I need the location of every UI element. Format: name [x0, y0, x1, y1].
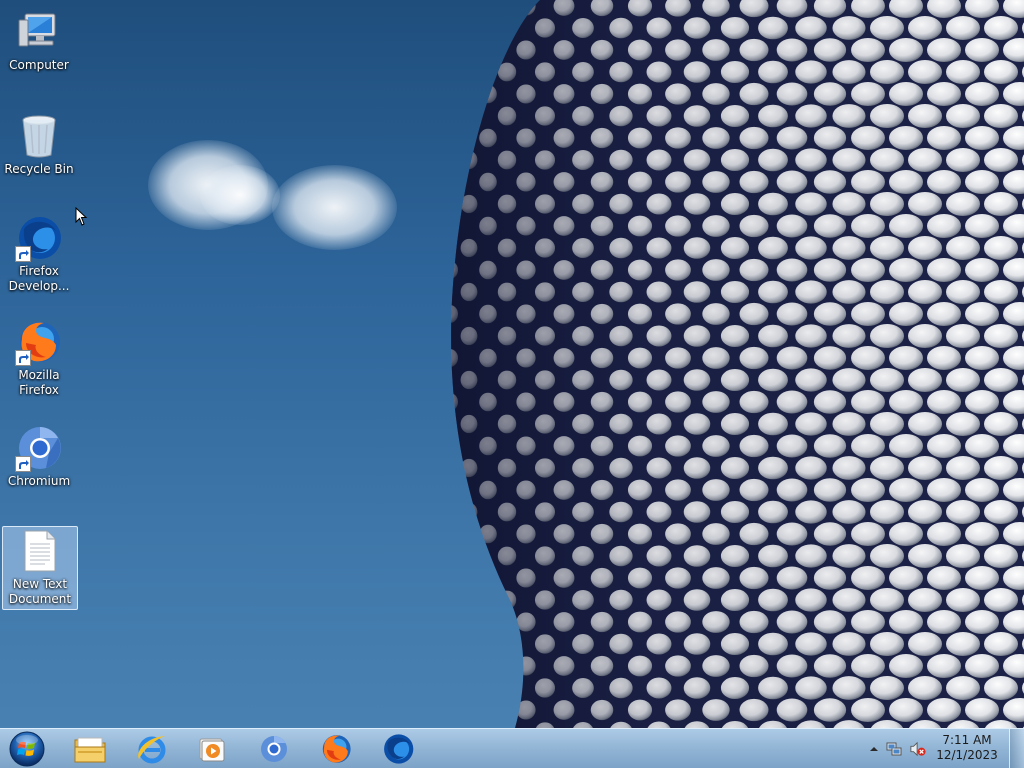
taskbar-firefox-developer-button[interactable]: [370, 729, 426, 768]
chromium-icon: [15, 424, 63, 472]
wallpaper: [451, 0, 1024, 728]
network-icon: [886, 742, 902, 756]
network-button[interactable]: [886, 741, 902, 757]
folder-icon: [74, 737, 106, 762]
shortcut-arrow-icon: [15, 456, 31, 472]
desktop-icon-label: Mozilla Firefox: [18, 368, 60, 397]
firefox-icon: [15, 318, 63, 366]
wallpaper-disc: [451, 481, 458, 499]
chromium-icon: [261, 735, 287, 762]
wallpaper-disc: [451, 85, 458, 103]
wallpaper-disc: [479, 700, 497, 720]
wallpaper-disc: [451, 437, 458, 455]
desktop-icon-label: Chromium: [7, 474, 71, 488]
wallpaper-disc: [479, 612, 497, 632]
desktop[interactable]: Computer Recycle Bin Firefox Develop...: [0, 0, 1024, 768]
wallpaper-disc: [479, 656, 497, 676]
wallpaper-disc: [451, 657, 458, 675]
desktop-icon-mozilla-firefox[interactable]: Mozilla Firefox: [2, 318, 76, 398]
firefox-developer-icon: [384, 733, 414, 764]
taskbar: 7:11 AM 12/1/2023: [0, 728, 1024, 768]
desktop-icon-label: Computer: [9, 58, 69, 72]
wallpaper-disc: [460, 546, 478, 566]
wallpaper-disc: [451, 569, 458, 587]
show-desktop-button[interactable]: [1009, 729, 1024, 768]
shortcut-arrow-icon: [15, 246, 31, 262]
wallpaper-disc: [451, 701, 458, 719]
chevron-up-icon: [870, 747, 878, 751]
desktop-icon-label: Recycle Bin: [4, 162, 74, 176]
cloud: [272, 165, 397, 250]
volume-muted-icon: [910, 741, 926, 757]
firefox-developer-icon: [15, 214, 63, 262]
wallpaper-disc: [451, 173, 458, 191]
wallpaper-disc: [479, 568, 497, 588]
clock-time: 7:11 AM: [942, 733, 992, 747]
clock[interactable]: 7:11 AM 12/1/2023: [932, 733, 1002, 763]
wallpaper-disc: [497, 678, 517, 698]
wallpaper-disc: [497, 634, 517, 654]
desktop-icon-chromium[interactable]: Chromium: [2, 424, 76, 489]
wallpaper-disc: [497, 18, 517, 38]
show-hidden-icons-button[interactable]: [866, 741, 882, 757]
wallpaper-disc: [460, 18, 478, 38]
desktop-icon-label: Firefox Develop...: [8, 264, 70, 293]
desktop-icon-recycle-bin[interactable]: Recycle Bin: [2, 112, 76, 177]
desktop-icon-firefox-developer[interactable]: Firefox Develop...: [2, 214, 76, 294]
shortcut-arrow-icon: [15, 350, 31, 366]
desktop-icon-new-text-document[interactable]: New Text Document: [2, 526, 78, 610]
wallpaper-disc: [460, 678, 478, 698]
clock-date: 12/1/2023: [936, 748, 998, 762]
taskbar-internet-explorer-button[interactable]: [124, 729, 180, 768]
wallpaper-disc: [451, 613, 458, 631]
computer-icon: [15, 8, 63, 56]
firefox-icon: [322, 734, 351, 763]
taskbar-media-player-button[interactable]: [184, 729, 240, 768]
wallpaper-disc: [460, 590, 478, 610]
wallpaper-disc: [479, 40, 497, 60]
notification-area: 7:11 AM 12/1/2023: [844, 729, 1024, 768]
start-button[interactable]: [4, 730, 50, 768]
windows-start-icon: [9, 731, 45, 767]
wallpaper-disc: [460, 634, 478, 654]
taskbar-firefox-button[interactable]: [308, 729, 364, 768]
text-document-icon: [16, 527, 64, 575]
wallpaper-disc: [460, 62, 478, 82]
desktop-icon-computer[interactable]: Computer: [2, 8, 76, 73]
taskbar-chromium-button[interactable]: [246, 729, 302, 768]
volume-button[interactable]: [910, 741, 926, 757]
media-player-icon: [199, 738, 225, 761]
mouse-cursor-icon: [75, 207, 88, 226]
wallpaper-disc: [451, 129, 458, 147]
wallpaper-disc: [451, 41, 458, 59]
wallpaper-disc: [451, 217, 458, 235]
wallpaper-disc: [451, 0, 458, 15]
wallpaper-disc: [460, 106, 478, 126]
internet-explorer-icon: [138, 735, 166, 763]
taskbar-windows-explorer-button[interactable]: [62, 729, 118, 768]
wallpaper-disc: [451, 525, 458, 543]
recycle-bin-icon: [15, 112, 63, 160]
desktop-icon-label: New Text Document: [8, 577, 72, 606]
cloud: [200, 165, 280, 225]
wallpaper-disc: [479, 0, 497, 16]
